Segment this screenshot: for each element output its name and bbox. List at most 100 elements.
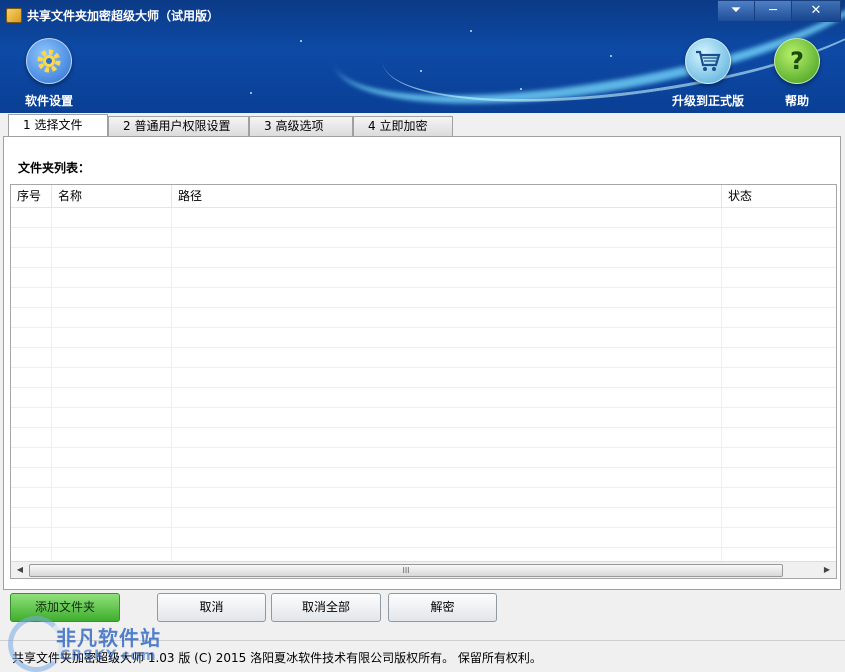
banner-star [610,55,612,57]
table-cell [11,448,52,467]
table-cell [722,248,836,267]
table-cell [52,528,172,547]
table-cell [172,448,722,467]
table-row [11,508,836,528]
banner-star [470,30,472,32]
settings-label: 软件设置 [24,94,73,108]
column-header-index[interactable]: 序号 [11,185,52,207]
table-row [11,488,836,508]
table-cell [172,388,722,407]
table-cell [11,208,52,227]
table-body [11,208,836,568]
table-cell [52,448,172,467]
wizard-tabs: 1 选择文件夹 2 普通用户权限设置 3 高级选项 4 立即加密 [8,114,453,153]
folder-list-table[interactable]: 序号 名称 路径 状态 ◀ III ▶ [10,184,837,579]
settings-button[interactable]: 软件设置 [18,38,80,109]
table-cell [172,248,722,267]
table-cell [722,428,836,447]
table-row [11,408,836,428]
table-cell [52,508,172,527]
help-button[interactable]: ? 帮助 [770,38,824,109]
cart-icon-graphic [696,50,721,71]
table-row [11,448,836,468]
table-row [11,368,836,388]
header-banner: 共享文件夹加密超级大师（试用版） ⏷ ─ ✕ 软件设置 升级到正式版 ? 帮助 [0,0,845,113]
scroll-thumb[interactable]: III [29,564,783,577]
column-header-status[interactable]: 状态 [722,185,836,207]
table-cell [11,428,52,447]
minimize-button[interactable]: ─ [754,0,792,22]
app-icon [6,8,22,23]
table-cell [722,328,836,347]
table-cell [11,368,52,387]
tab-encrypt-now[interactable]: 4 立即加密 [353,116,453,136]
table-cell [52,228,172,247]
cancel-all-button[interactable]: 取消全部 [271,593,381,622]
banner-star [420,70,422,72]
table-cell [52,388,172,407]
table-cell [172,268,722,287]
table-cell [722,388,836,407]
column-header-path[interactable]: 路径 [172,185,722,207]
table-cell [172,288,722,307]
decrypt-button[interactable]: 解密 [388,593,497,622]
scroll-left-arrow[interactable]: ◀ [12,562,28,578]
table-cell [11,308,52,327]
help-label: 帮助 [784,94,809,108]
table-cell [52,208,172,227]
table-cell [11,228,52,247]
banner-star [300,40,302,42]
table-cell [11,528,52,547]
table-cell [11,248,52,267]
table-row [11,228,836,248]
window-title: 共享文件夹加密超级大师（试用版） [27,9,220,23]
table-cell [722,208,836,227]
table-cell [722,368,836,387]
gear-icon-graphic [37,49,61,73]
table-cell [722,508,836,527]
table-cell [11,348,52,367]
tab-panel: 文件夹列表： 序号 名称 路径 状态 ◀ III ▶ [3,136,841,590]
menu-button[interactable]: ⏷ [717,0,755,22]
column-header-name[interactable]: 名称 [52,185,172,207]
table-cell [11,388,52,407]
help-glyph: ? [790,47,804,75]
table-cell [172,208,722,227]
tab-user-permissions[interactable]: 2 普通用户权限设置 [108,116,249,136]
table-cell [52,408,172,427]
upgrade-label: 升级到正式版 [671,94,744,108]
table-cell [172,508,722,527]
copyright-text: 共享文件夹加密超级大师 1.03 版 (C) 2015 洛阳夏冰软件技术有限公司… [12,651,542,665]
window-controls: ⏷ ─ ✕ [717,0,841,22]
table-cell [52,288,172,307]
table-row [11,248,836,268]
banner-star [520,88,522,90]
upgrade-button[interactable]: 升级到正式版 [668,38,748,109]
table-cell [52,328,172,347]
table-cell [722,348,836,367]
table-cell [52,308,172,327]
horizontal-scrollbar[interactable]: ◀ III ▶ [11,561,836,578]
table-cell [172,308,722,327]
folder-list-title: 文件夹列表： [18,161,91,175]
table-row [11,388,836,408]
table-cell [52,488,172,507]
help-icon: ? [774,38,820,84]
scroll-right-arrow[interactable]: ▶ [819,562,835,578]
table-cell [172,228,722,247]
table-cell [722,228,836,247]
table-cell [11,288,52,307]
table-cell [172,328,722,347]
tab-select-folder[interactable]: 1 选择文件夹 [8,114,108,153]
close-button[interactable]: ✕ [791,0,841,22]
add-folder-button[interactable]: 添加文件夹 [10,593,120,622]
table-cell [722,488,836,507]
table-cell [11,328,52,347]
table-header: 序号 名称 路径 状态 [11,185,836,208]
table-row [11,468,836,488]
table-cell [722,268,836,287]
cancel-button[interactable]: 取消 [157,593,266,622]
table-cell [11,508,52,527]
tab-advanced-options[interactable]: 3 高级选项 [249,116,353,136]
table-cell [11,468,52,487]
